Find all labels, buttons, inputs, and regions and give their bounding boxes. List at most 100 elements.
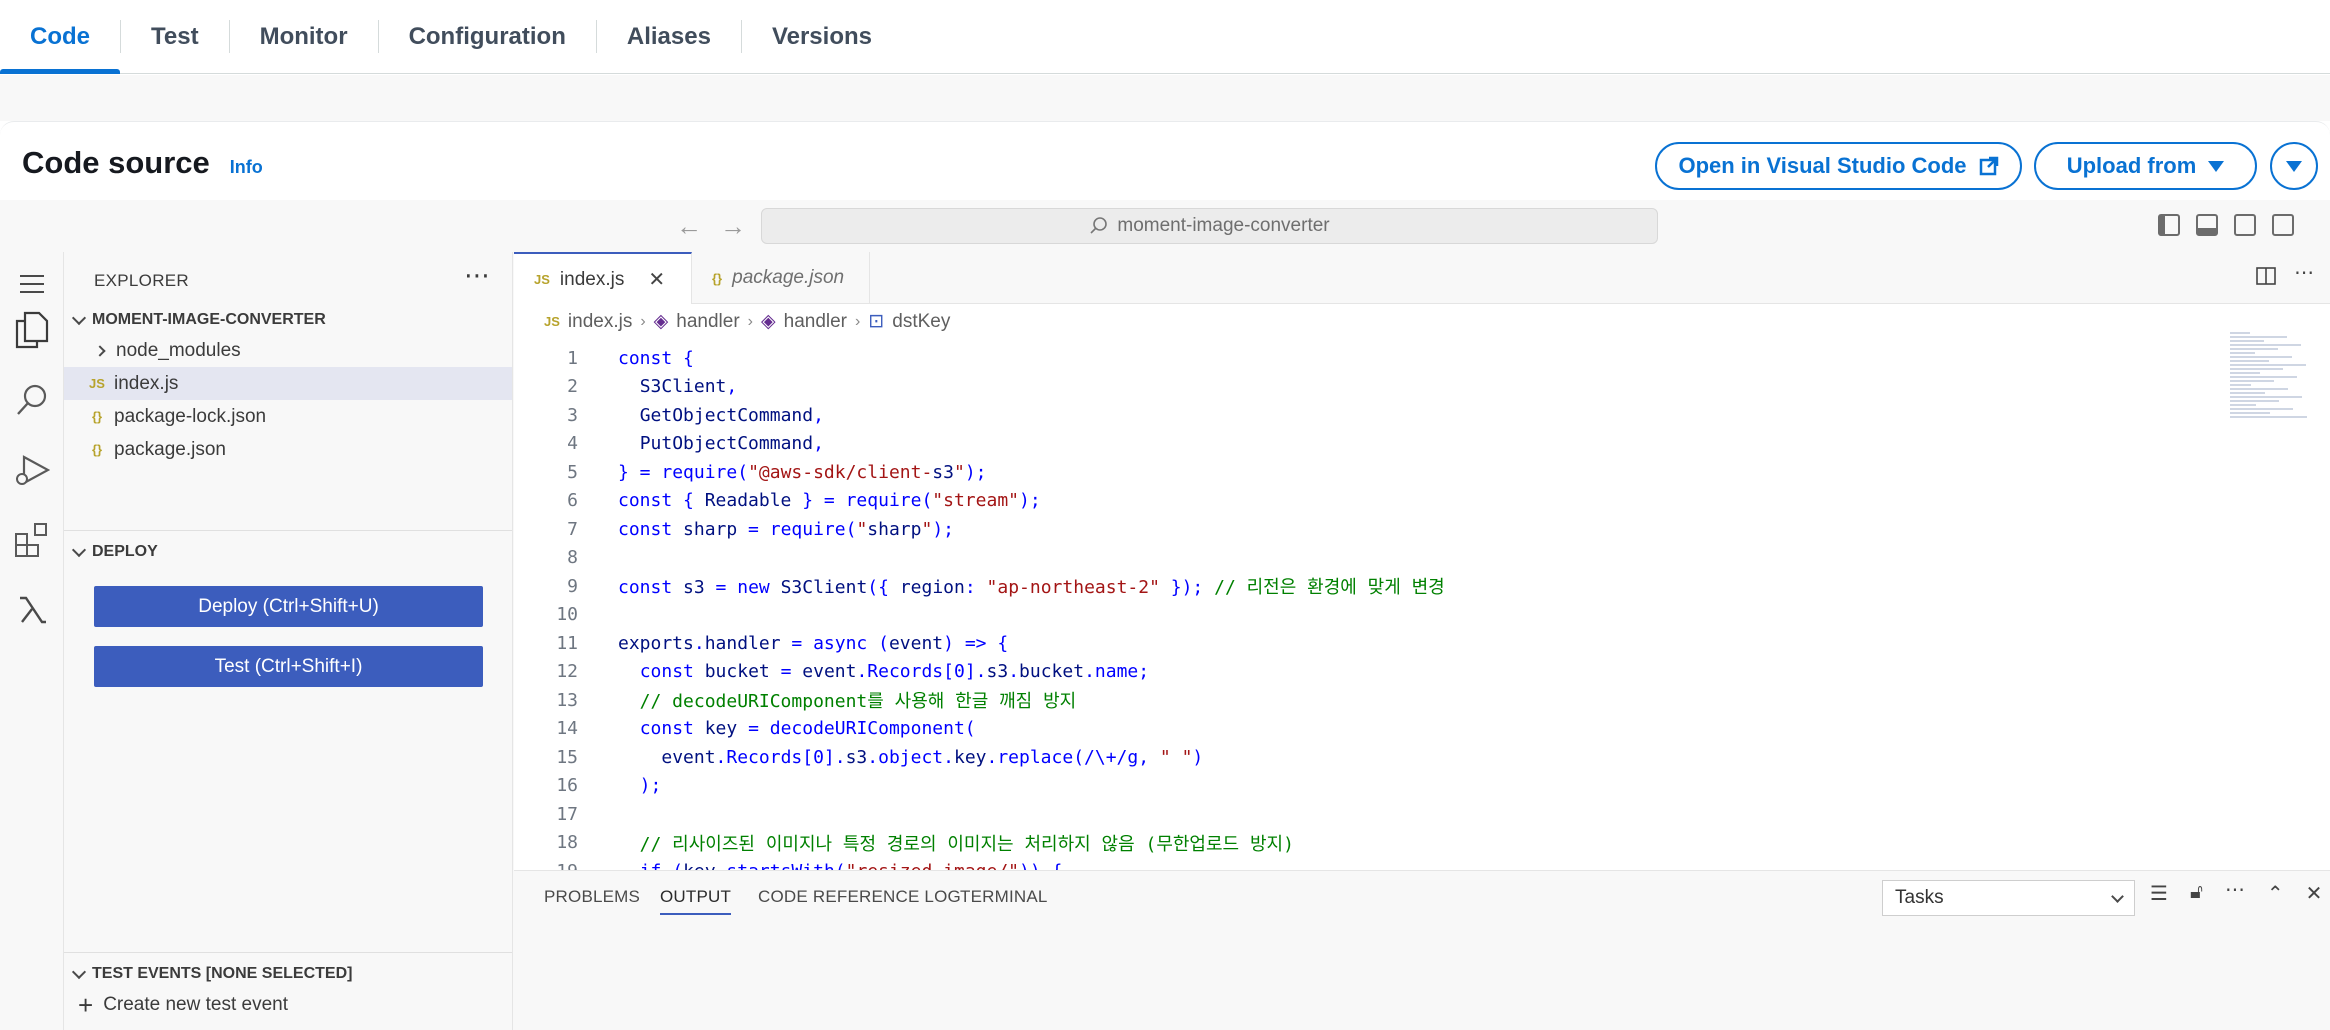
tree-item-package-lock[interactable]: {} package-lock.json [64,400,512,433]
breadcrumb-item[interactable]: handler [784,311,847,333]
panel-tab-problems[interactable]: PROBLEMS [544,887,640,907]
clear-output-icon[interactable]: ☰ [2150,881,2168,906]
tab-label: Versions [771,22,872,50]
toggle-secondary-sidebar-icon[interactable] [2234,214,2256,236]
line-number: 6 [567,490,578,512]
breadcrumb-item[interactable]: handler [676,311,739,333]
explorer-title: EXPLORER [94,271,189,290]
tab-versions[interactable]: Versions [742,0,902,73]
close-icon[interactable]: ✕ [648,267,665,292]
more-actions-button[interactable] [2270,142,2318,190]
minimap-line [2230,384,2251,386]
code-line: 2 S3Client, [514,373,2214,402]
more-options-icon[interactable]: ⋯ [464,260,490,291]
tree-item-index-js[interactable]: JS index.js [64,367,512,400]
create-test-event-label: Create new test event [103,994,289,1015]
panel-tab-code-reference-log[interactable]: CODE REFERENCE LOG [758,887,961,907]
code-line: 15 event.Records[0].s3.object.key.replac… [514,743,2214,772]
tree-item-label: index.js [114,372,179,394]
project-name: MOMENT-IMAGE-CONVERTER [92,311,326,328]
toggle-panel-icon[interactable] [2196,214,2218,236]
output-channel-select[interactable]: Tasks [1882,880,2135,916]
test-events-section-header[interactable]: TEST EVENTS [NONE SELECTED] [71,964,353,983]
more-actions-icon[interactable]: ⋯ [2294,260,2314,286]
code-source-header: Code source Info [22,145,263,181]
panel-tab-output[interactable]: OUTPUT [660,887,732,915]
method-icon: ◈ [761,311,776,332]
deploy-section-header[interactable]: DEPLOY [71,542,158,561]
code-line: 14 const key = decodeURIComponent( [514,715,2214,744]
customize-layout-icon[interactable] [2272,214,2294,236]
extensions-icon[interactable] [10,518,54,562]
code-text: S3Client, [639,376,738,398]
code-text: exports.handler = async (event) => { [618,632,1009,654]
tree-item-label: package-lock.json [114,405,267,427]
test-events-label: TEST EVENTS [NONE SELECTED] [92,965,353,982]
close-panel-icon[interactable]: ✕ [2306,881,2323,906]
search-icon[interactable] [10,378,54,422]
breadcrumb-item[interactable]: dstKey [892,311,950,333]
code-line: 5} = require("@aws-sdk/client-s3"); [514,458,2214,487]
test-button[interactable]: Test (Ctrl+Shift+I) [94,646,483,687]
breadcrumb: JS index.js › ◈ handler › ◈ handler › ⊡ … [544,310,950,333]
split-editor-icon[interactable] [2256,266,2276,286]
chevron-right-icon [94,344,106,357]
tab-code[interactable]: Code [0,0,120,74]
code-line: 8 [514,544,2214,573]
minimap-line [2230,412,2270,414]
tree-item-node-modules[interactable]: node_modules [64,334,512,367]
code-editor[interactable]: JS index.js › ◈ handler › ◈ handler › ⊡ … [514,304,2330,870]
code-line: 7 const sharp = require("sharp"); [514,515,2214,544]
create-test-event-link[interactable]: + Create new test event [78,992,289,1018]
json-file-icon: {} [91,442,103,457]
deploy-button[interactable]: Deploy (Ctrl+Shift+U) [94,586,483,627]
tree-item-package-json[interactable]: {} package.json [64,433,512,466]
chevron-down-icon [71,542,87,558]
chevron-down-icon [71,964,87,980]
section-divider [64,530,512,531]
upload-from-button[interactable]: Upload from [2034,142,2257,190]
function-tabs: Code Test Monitor Configuration Aliases … [0,0,2330,74]
command-center-search[interactable]: moment-image-converter [761,208,1658,244]
more-actions-icon[interactable]: ⋯ [2225,877,2245,906]
tab-label: Aliases [626,22,711,50]
forward-arrow-icon[interactable]: → [720,211,746,242]
project-folder-header[interactable]: MOMENT-IMAGE-CONVERTER [71,310,326,329]
panel-tab-terminal[interactable]: TERMINAL [960,887,1048,907]
toggle-primary-sidebar-icon[interactable] [2158,214,2180,236]
lock-scroll-icon[interactable]: 🔓︎ [2190,881,2203,906]
chevron-right-icon: › [855,312,861,330]
minimap-line [2230,392,2265,394]
panel-actions: ☰ 🔓︎ ⋯ ⌃ ✕ [2150,879,2323,906]
code-line: 6 const { Readable } = require("stream"); [514,487,2214,516]
page-background-band [0,75,2330,121]
section-divider [64,952,512,953]
menu-icon[interactable] [10,262,54,306]
explorer-icon[interactable] [10,308,54,352]
code-text: } = require("@aws-sdk/client-s3"); [618,461,987,483]
minimap-line [2230,388,2288,390]
breadcrumb-item[interactable]: index.js [568,311,632,333]
maximize-panel-icon[interactable]: ⌃ [2267,881,2284,906]
tab-test[interactable]: Test [121,0,229,73]
code-line: 3 GetObjectCommand, [514,401,2214,430]
info-link[interactable]: Info [230,157,263,178]
code-text: const sharp = require("sharp"); [618,518,954,540]
lambda-icon[interactable] [10,588,54,632]
code-line: 12 const bucket = event.Records[0].s3.bu… [514,658,2214,687]
tab-aliases[interactable]: Aliases [597,0,741,73]
javascript-file-icon: JS [544,314,560,329]
minimap[interactable] [2230,330,2310,430]
back-arrow-icon[interactable]: ← [676,211,702,242]
editor-tab-package-json[interactable]: {} package.json [692,252,870,304]
run-and-debug-icon[interactable] [10,448,54,492]
editor-actions: ⋯ [2256,262,2314,286]
code-line: 16 ); [514,772,2214,801]
tab-configuration[interactable]: Configuration [379,0,596,73]
tab-monitor[interactable]: Monitor [230,0,378,73]
code-text: PutObjectCommand, [639,433,824,455]
line-number: 8 [567,547,578,569]
editor-tab-index-js[interactable]: JS index.js ✕ [514,252,692,305]
code-editor-ide: ← → moment-image-converter EXPLORER ⋯ MO… [0,200,2330,1030]
open-in-vscode-button[interactable]: Open in Visual Studio Code [1655,142,2022,190]
